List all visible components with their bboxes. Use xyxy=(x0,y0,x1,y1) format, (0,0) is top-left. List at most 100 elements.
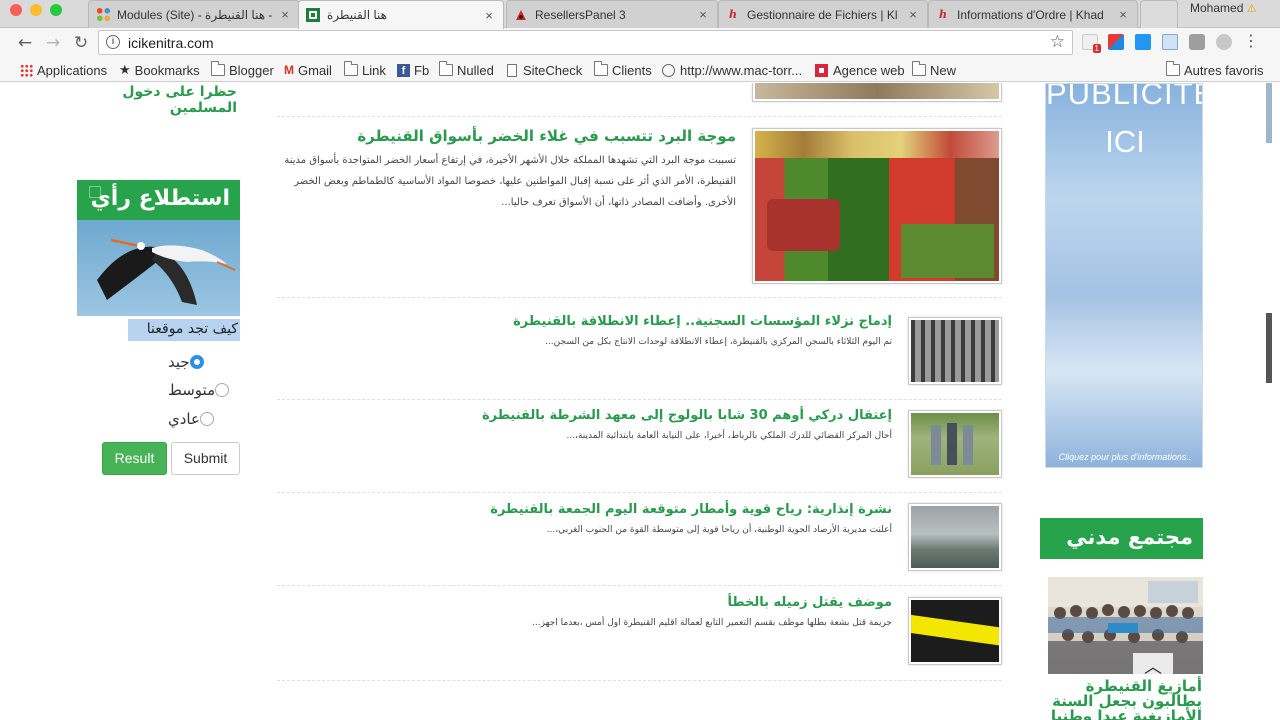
radio-button[interactable] xyxy=(215,383,230,397)
minimize-window-button[interactable] xyxy=(30,4,42,16)
article-excerpt: جريمة قتل بشعة بطلها موظف بقسم التعمير ا… xyxy=(532,618,892,628)
bookmark-clients[interactable]: Clients xyxy=(593,61,652,79)
tab-close-icon[interactable]: × xyxy=(697,7,709,22)
article-title[interactable]: إعتقال دركي أوهم 30 شابا بالولوج إلى معه… xyxy=(480,408,892,423)
bookmarks-bar: Applications ★ Bookmarks Blogger M Gmail… xyxy=(0,58,1280,82)
section-heading-civil-society: مجتمع مدني xyxy=(1040,518,1203,559)
bookmark-fb[interactable]: f Fb xyxy=(397,61,429,79)
poll-submit-button[interactable]: Submit xyxy=(171,442,240,475)
joomla-icon xyxy=(95,7,111,23)
bookmark-sitecheck[interactable]: SiteCheck xyxy=(507,61,582,79)
divider xyxy=(277,116,1002,117)
civil-society-group-photo[interactable] xyxy=(1048,577,1203,674)
back-arrow-icon[interactable]: ← xyxy=(14,32,36,54)
menu-kebab-icon[interactable]: ⋮ xyxy=(1243,33,1259,50)
poll-option-average[interactable]: متوسط xyxy=(160,380,242,400)
tab-close-icon[interactable]: × xyxy=(907,7,919,22)
tab-title: Gestionnaire de Fichiers | Kl xyxy=(747,7,898,22)
address-bar[interactable]: i icikenitra.com ☆ xyxy=(98,30,1073,55)
tab-file-manager[interactable]: h Gestionnaire de Fichiers | Kl × xyxy=(718,0,928,28)
web-page: حظرا على دخول المسلمين استطلاع رأي كيف ت… xyxy=(0,83,1280,720)
folder-icon xyxy=(210,61,225,76)
new-tab-button[interactable] xyxy=(1140,0,1178,28)
bookmark-other[interactable]: Autres favoris xyxy=(1165,61,1263,79)
bookmark-link[interactable]: Link xyxy=(343,61,386,79)
globe-icon xyxy=(662,63,675,77)
divider xyxy=(277,680,1002,681)
article-title[interactable]: موضف يقتل زميله بالخطأ xyxy=(480,595,892,610)
bookmark-bookmarks[interactable]: ★ Bookmarks xyxy=(119,61,200,79)
civil-society-story-title[interactable]: أمازيغ القنيطرة يطالبون بجعل السنة الأما… xyxy=(1050,679,1202,720)
previous-article-image[interactable] xyxy=(752,83,1002,102)
site-favicon-icon xyxy=(305,7,321,23)
article-image-prison[interactable] xyxy=(908,317,1002,385)
tab-close-icon[interactable]: × xyxy=(1117,7,1129,22)
tab-modules[interactable]: Modules (Site) - هنا القنيطرة - ... × xyxy=(88,0,300,28)
article-excerpt: تم اليوم الثلاثاء بالسجن المركزي بالقنيط… xyxy=(545,337,892,347)
gmail-icon: M xyxy=(284,63,294,77)
extension-puzzle-icon[interactable]: 1 xyxy=(1082,34,1101,53)
bookmark-gmail[interactable]: M Gmail xyxy=(284,61,332,79)
featured-article-title[interactable]: موجة البرد تتسبب في غلاء الخضر بأسواق ال… xyxy=(357,127,736,145)
tab-close-icon[interactable]: × xyxy=(483,8,495,23)
tab-title: Informations d'Ordre | Khad xyxy=(957,7,1104,22)
poll-result-button[interactable]: Result xyxy=(102,442,167,475)
folder-icon xyxy=(1165,61,1180,76)
divider xyxy=(277,492,1002,493)
warning-icon: ⚠ xyxy=(1246,3,1257,15)
tab-close-icon[interactable]: × xyxy=(279,7,291,22)
article-image-crime-tape[interactable] xyxy=(908,597,1002,665)
extension-colors-icon[interactable] xyxy=(1108,34,1124,50)
article-image-storm[interactable] xyxy=(908,503,1002,571)
article-excerpt: أحال المركز القضائي للدرك الملكي بالرباط… xyxy=(566,431,892,441)
site-info-icon[interactable]: i xyxy=(106,35,120,49)
radio-button[interactable] xyxy=(199,412,214,426)
tab-order-info[interactable]: h Informations d'Ordre | Khad × xyxy=(928,0,1138,28)
cut-text-line-2: المسلمين xyxy=(169,100,237,116)
bookmark-nulled[interactable]: Nulled xyxy=(438,61,494,79)
tab-icikenitra[interactable]: هنا القنيطرة × xyxy=(298,0,504,29)
bookmark-new[interactable]: New xyxy=(911,61,956,79)
folder-icon xyxy=(593,61,608,76)
extension-check-icon[interactable] xyxy=(1135,34,1151,50)
divider xyxy=(277,585,1002,586)
cut-text-line-1: حظرا على دخول xyxy=(122,84,237,100)
agence-icon xyxy=(815,63,828,77)
edit-icon xyxy=(89,186,101,198)
cloud-icon[interactable] xyxy=(1216,34,1232,50)
tab-title: هنا القنيطرة xyxy=(327,8,387,22)
ad-subheadline: ICI xyxy=(1105,124,1145,159)
article-title[interactable]: نشرة إنذارية: رياح قوية وأمطار متوقعة ال… xyxy=(480,502,892,517)
advertisement-banner[interactable]: PUBLICITE ICI Cliquez pour plus d'inform… xyxy=(1045,83,1203,468)
tab-title: Modules (Site) - هنا القنيطرة - ... xyxy=(117,7,273,22)
reload-icon[interactable]: ↻ xyxy=(70,32,92,54)
featured-article-excerpt: تسببت موجة البرد التي تشهدها المملكة خلا… xyxy=(284,155,736,208)
bookmark-star-icon[interactable]: ☆ xyxy=(1050,32,1065,52)
apps-grid-icon xyxy=(20,63,33,77)
resellerspanel-icon xyxy=(513,7,529,23)
extension-window-icon[interactable] xyxy=(1162,34,1178,50)
featured-article-image[interactable] xyxy=(752,128,1002,284)
tab-resellerspanel[interactable]: ResellersPanel 3 × xyxy=(506,0,718,28)
zoom-window-button[interactable] xyxy=(50,4,62,16)
article-image-gendarmes[interactable] xyxy=(908,410,1002,478)
hosting-h-icon: h xyxy=(939,8,947,21)
poll-option-good[interactable]: جيد xyxy=(160,352,242,372)
poll-option-label: متوسط xyxy=(168,381,216,399)
forward-arrow-icon[interactable]: → xyxy=(42,32,64,54)
radio-button-selected[interactable] xyxy=(189,355,204,369)
article-excerpt: أعلنت مديرية الأرصاد الجوية الوطنية، أن … xyxy=(546,525,892,535)
bookmark-mac-torrent[interactable]: http://www.mac-torr... xyxy=(662,61,802,79)
profile-button[interactable]: Mohamed ⚠ xyxy=(1180,0,1280,18)
page-icon xyxy=(507,63,517,77)
close-window-button[interactable] xyxy=(10,4,22,16)
bookmark-blogger[interactable]: Blogger xyxy=(210,61,274,79)
camera-icon[interactable] xyxy=(1189,34,1205,50)
poll-option-normal[interactable]: عادي xyxy=(160,409,242,429)
bookmark-agence-web[interactable]: Agence web xyxy=(815,61,905,79)
divider xyxy=(277,399,1002,400)
article-title[interactable]: إدماج نزلاء المؤسسات السجنية.. إعطاء الا… xyxy=(480,314,892,329)
facebook-icon: f xyxy=(397,63,410,77)
folder-icon xyxy=(343,61,358,76)
bookmark-applications[interactable]: Applications xyxy=(20,61,107,79)
